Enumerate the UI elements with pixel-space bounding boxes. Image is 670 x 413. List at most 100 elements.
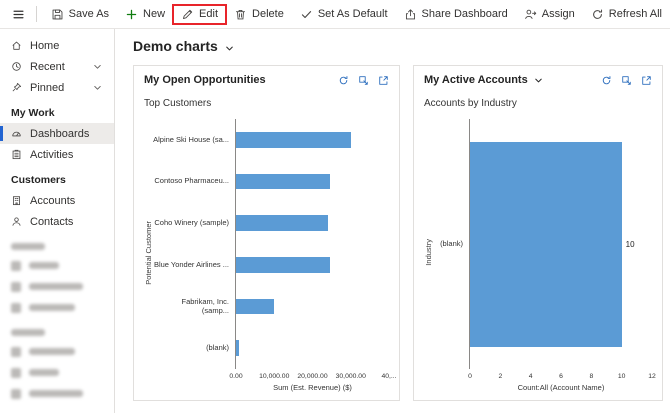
sidebar-item-pinned[interactable]: Pinned [0,77,114,98]
bar-category-label: (blank) [153,344,235,353]
share-icon [404,8,417,21]
plot-area: (blank)10 024681012 Count:All (Account N… [433,111,652,394]
bar-row: Fabrikam, Inc. (samp... [153,286,389,328]
redacted-icon [11,282,21,292]
delete-button[interactable]: Delete [226,5,292,24]
bar[interactable] [236,132,351,148]
chart-subtitle: Accounts by Industry [424,98,652,109]
expand-chart-icon[interactable] [378,75,389,86]
bar[interactable] [236,215,328,231]
sidebar-item-contacts[interactable]: Contacts [0,211,114,232]
pin-icon [11,82,22,93]
chevron-down-icon[interactable] [92,61,103,72]
new-label: New [143,8,165,20]
bar[interactable] [470,142,622,347]
bar[interactable] [236,299,274,315]
redacted-label [29,304,75,311]
redacted-nav-item[interactable] [0,383,114,404]
trash-icon [234,8,247,21]
bar-row: Alpine Ski House (sa... [153,119,389,161]
y-axis-label: Potential Customer [144,221,153,285]
bar[interactable] [236,257,330,273]
redacted-icon [11,368,21,378]
redacted-nav-item[interactable] [0,297,114,318]
redacted-icon [11,389,21,399]
chart-card-actions [338,75,389,86]
x-tick-label: 0 [468,373,472,380]
y-axis-label: Industry [424,239,433,266]
assign-person-icon [524,8,537,21]
chart-card-my-open-opportunities: My Open Opportunities [133,65,400,401]
edit-button[interactable]: Edit [173,5,226,24]
bar-value-label: 10 [626,240,635,249]
redacted-nav-item[interactable] [0,255,114,276]
redacted-nav-section [0,243,114,318]
sidebar-home-label: Home [30,40,59,52]
sidebar-item-home[interactable]: Home [0,35,114,56]
x-tick-label: 0.00 [229,373,242,380]
bar-category-label: Coho Winery (sample) [153,219,235,228]
x-ticks: 024681012 [470,371,652,382]
chart-card-actions [601,75,652,86]
x-axis-label: Sum (Est. Revenue) ($) [236,383,389,394]
refresh-icon [591,8,604,21]
bar-rows: (blank)10 [433,111,652,371]
bar-chart: Industry (blank)10 024681012 Count:All (… [424,111,652,394]
x-tick-label: 4 [529,373,533,380]
bar-chart: Potential Customer Alpine Ski House (sa.… [144,111,389,394]
chevron-down-icon[interactable] [92,82,103,93]
sidebar-item-activities[interactable]: Activities [0,144,114,165]
set-as-default-button[interactable]: Set As Default [292,5,396,24]
x-ticks: 0.0010,000.0020,000.0030,000.0040,... [236,371,389,382]
command-bar: Save As New Edit Delete Set As Default [0,0,670,29]
menu-zone [0,0,36,28]
refresh-all-button[interactable]: Refresh All [583,5,670,24]
bar[interactable] [236,174,330,190]
chart-card-header: My Active Accounts [424,74,652,86]
redacted-section-header [11,243,45,250]
chart-title: My Open Opportunities [144,74,266,86]
redacted-icon [11,303,21,313]
view-records-icon[interactable] [621,75,632,86]
sidebar-item-recent[interactable]: Recent [0,56,114,77]
app-window: Save As New Edit Delete Set As Default [0,0,670,413]
redacted-nav-item[interactable] [0,362,114,383]
page-title: Demo charts [133,38,218,54]
contacts-person-icon [11,216,22,227]
bar-category-label: Blue Yonder Airlines ... [153,261,235,270]
redacted-nav-item[interactable] [0,341,114,362]
sidebar-item-accounts[interactable]: Accounts [0,190,114,211]
bar-category-label: Alpine Ski House (sa... [153,136,235,145]
chart-card-header: My Open Opportunities [144,74,389,86]
redacted-icon [11,347,21,357]
sidebar-pinned-label: Pinned [30,82,64,94]
bar-category-label: Fabrikam, Inc. (samp... [153,298,235,315]
assign-button[interactable]: Assign [516,5,583,24]
sidebar-item-dashboards[interactable]: Dashboards [0,123,114,144]
redacted-label [29,390,83,397]
expand-chart-icon[interactable] [641,75,652,86]
chevron-down-icon[interactable] [533,75,544,86]
sidebar-recent-label: Recent [30,61,65,73]
refresh-icon[interactable] [601,75,612,86]
chevron-down-icon [224,41,235,52]
dashboard-selector[interactable]: Demo charts [133,38,664,54]
clock-icon [11,61,22,72]
share-dashboard-button[interactable]: Share Dashboard [396,5,516,24]
redacted-section-header [11,329,45,336]
bar-row: (blank) [153,327,389,369]
sidebar-section-my-work: My Work [0,98,114,123]
bar-row: Contoso Pharmaceu... [153,161,389,203]
accounts-building-icon [11,195,22,206]
sidebar-contacts-label: Contacts [30,216,73,228]
x-tick-label: 40,... [381,373,396,380]
save-as-button[interactable]: Save As [43,5,117,24]
new-button[interactable]: New [117,5,173,24]
hamburger-menu-icon[interactable] [12,8,25,21]
view-records-icon[interactable] [358,75,369,86]
refresh-icon[interactable] [338,75,349,86]
redacted-nav-section [0,329,114,404]
assign-label: Assign [542,8,575,20]
bar[interactable] [236,340,239,356]
redacted-nav-item[interactable] [0,276,114,297]
